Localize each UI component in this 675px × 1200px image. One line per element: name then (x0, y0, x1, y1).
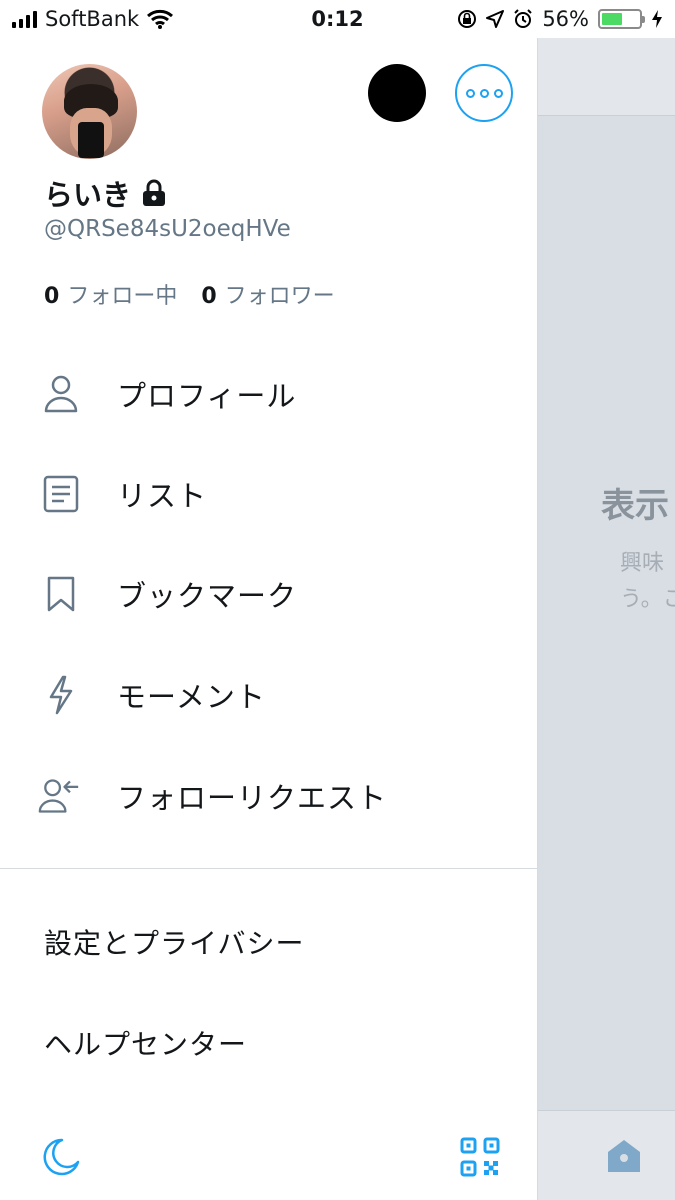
following-count: 0 (44, 284, 60, 309)
following-label: フォロー中 (67, 284, 178, 309)
followers-label: フォロワー (224, 284, 335, 309)
status-bar: SoftBank 0:12 56% (0, 0, 675, 38)
list-icon (43, 475, 79, 513)
orientation-lock-icon (458, 10, 477, 28)
background-empty-title: 表示 (601, 486, 669, 526)
followers-link[interactable]: 0 フォロワー (201, 278, 334, 310)
night-mode-icon[interactable] (40, 1136, 82, 1178)
profile-handle: @QRSe84sU2oeqHVe (44, 216, 291, 242)
alarm-icon (514, 9, 533, 28)
bookmark-icon (47, 576, 75, 612)
background-empty-subtitle: 興味 う。こ (620, 546, 675, 618)
menu-item-label: フォローリクエスト (117, 781, 388, 815)
help-center-link[interactable]: ヘルプセンター (44, 1023, 247, 1063)
menu-item-moments[interactable]: モーメント (0, 650, 538, 740)
menu-item-label: モーメント (117, 680, 266, 714)
menu-item-profile[interactable]: プロフィール (0, 349, 538, 439)
menu-item-lists[interactable]: リスト (0, 449, 538, 539)
avatar[interactable] (42, 64, 137, 159)
following-link[interactable]: 0 フォロー中 (44, 278, 177, 310)
menu-item-bookmarks[interactable]: ブックマーク (0, 549, 538, 639)
background-header (538, 38, 675, 116)
menu-divider (0, 868, 538, 869)
menu-item-label: ブックマーク (117, 579, 298, 613)
followers-count: 0 (201, 284, 217, 309)
account-switch-avatar[interactable] (368, 64, 426, 122)
qr-code-icon[interactable] (460, 1137, 500, 1177)
menu-item-follow-requests[interactable]: フォローリクエスト (0, 751, 538, 841)
profile-name-text: らいき (44, 178, 132, 212)
lightning-icon (49, 675, 73, 715)
side-drawer: らいき @QRSe84sU2oeqHVe 0 フォロー中 0 フォロワー プロフィー… (0, 0, 538, 1200)
background-subtitle-line-1: 興味 (620, 551, 665, 576)
follow-counts: 0 フォロー中 0 フォロワー (44, 278, 335, 310)
home-icon[interactable] (604, 1136, 644, 1176)
battery-percent: 56% (542, 7, 589, 31)
profile-name[interactable]: らいき (44, 172, 167, 214)
charging-icon (652, 10, 662, 28)
location-icon (486, 10, 505, 28)
background-timeline: 表示 興味 う。こ (538, 0, 675, 1200)
settings-and-privacy-link[interactable]: 設定とプライバシー (44, 922, 304, 962)
menu-item-label: プロフィール (117, 379, 297, 413)
more-accounts-button[interactable] (455, 64, 513, 122)
background-subtitle-line-2: う。こ (620, 587, 675, 612)
battery-icon (598, 9, 645, 29)
person-icon (44, 375, 78, 413)
lock-icon (143, 179, 166, 206)
follow-request-icon (38, 779, 79, 813)
menu-item-label: リスト (117, 479, 208, 513)
